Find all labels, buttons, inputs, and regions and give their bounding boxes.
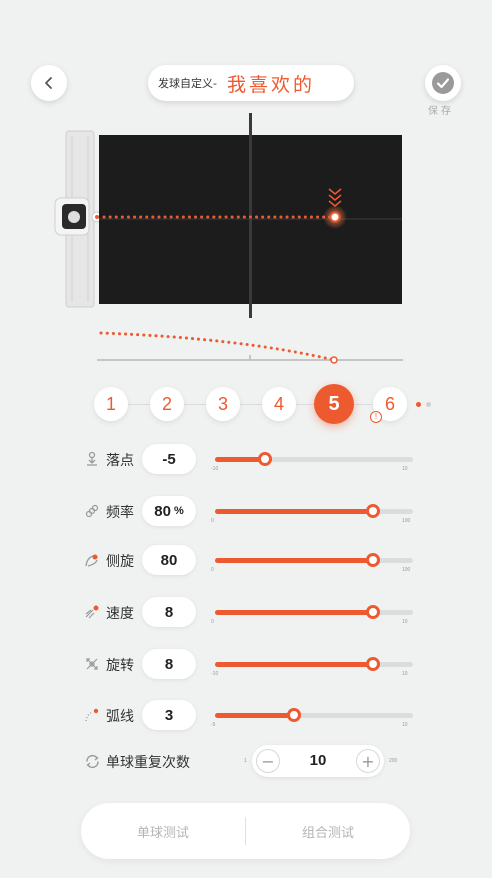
table-view [54, 113, 403, 364]
combo-test-button[interactable]: 组合测试 [246, 803, 410, 859]
minus-icon: − [261, 751, 275, 771]
repeat-stepper[interactable]: − 10 + [252, 745, 384, 777]
slider-handle[interactable] [366, 553, 380, 567]
ball-tab-4[interactable]: 4 [262, 387, 296, 421]
slider-max: 100 [402, 518, 411, 524]
plus-button[interactable]: + [356, 749, 380, 773]
slider-min: -5 [211, 722, 216, 728]
landing-icon [84, 451, 100, 467]
arc-label: 弧线 [106, 709, 134, 725]
robot-head [54, 197, 103, 236]
slider-max: 10 [402, 466, 408, 472]
value-unit: % [173, 505, 184, 517]
landing-label: 落点 [106, 453, 134, 469]
slider-min: 0 [211, 567, 214, 573]
slider-handle[interactable] [258, 452, 272, 466]
save-button[interactable] [425, 65, 461, 101]
side-spin-value[interactable]: 80 [142, 545, 196, 575]
side-spin-label: 侧旋 [106, 554, 134, 570]
chevron-left-icon [45, 77, 52, 89]
back-button[interactable] [31, 65, 67, 101]
slider-fill [215, 610, 373, 615]
speed-value[interactable]: 8 [142, 597, 196, 627]
slider-max: 100 [402, 567, 411, 573]
value-text: 80 [154, 502, 171, 520]
repeat-icon [86, 754, 99, 769]
ball-tab-1[interactable]: 1 [94, 387, 128, 421]
slider-handle[interactable] [366, 605, 380, 619]
arc-trajectory [99, 331, 336, 362]
value-text: 8 [164, 655, 174, 673]
repeat-value: 10 [309, 752, 327, 769]
warning-icon: ! [370, 411, 382, 423]
repeat-max: 200 [389, 758, 398, 764]
slider-min: 0 [211, 518, 214, 524]
slider-handle[interactable] [366, 657, 380, 671]
slider-min: 0 [211, 619, 214, 625]
slider-fill [215, 558, 373, 563]
value-text: 8 [164, 603, 174, 621]
repeat-label: 单球重复次数 [106, 755, 190, 771]
more-indicator [416, 402, 421, 407]
spin-label: 旋转 [106, 658, 134, 674]
frequency-label: 频率 [106, 505, 134, 521]
ball-tab-2[interactable]: 2 [150, 387, 184, 421]
spin-value[interactable]: 8 [142, 649, 196, 679]
checkmark-icon [432, 72, 454, 94]
slider-min: -10 [211, 671, 219, 677]
slider-handle[interactable] [287, 708, 301, 722]
bottom-bar: 单球测试 组合测试 [81, 803, 410, 859]
ball-tab-3[interactable]: 3 [206, 387, 240, 421]
plus-icon: + [361, 751, 375, 771]
arc-icon [84, 707, 100, 723]
speed-icon [84, 604, 100, 620]
slider-max: 10 [402, 619, 408, 625]
frequency-icon [84, 503, 100, 519]
single-test-button[interactable]: 单球测试 [81, 803, 245, 859]
landing-value[interactable]: -5 [142, 444, 196, 474]
page-title: 我喜欢的 [226, 73, 315, 96]
value-text: -5 [162, 450, 176, 468]
side-spin-icon [84, 552, 100, 568]
slider-max: 10 [402, 671, 408, 677]
slider-min: -10 [211, 466, 219, 472]
minus-button[interactable]: − [256, 749, 280, 773]
slider-max: 10 [402, 722, 408, 728]
arc-value[interactable]: 3 [142, 700, 196, 730]
value-text: 80 [160, 551, 178, 569]
slider-fill [215, 713, 294, 718]
repeat-min: 1 [244, 758, 247, 764]
slider-fill [215, 509, 373, 514]
slider-handle[interactable] [366, 504, 380, 518]
value-text: 3 [164, 706, 174, 724]
title-pill[interactable]: 发球自定义- 我喜欢的 [148, 65, 354, 101]
title-prefix: 发球自定义- [158, 77, 217, 90]
frequency-value[interactable]: 80% [142, 496, 196, 526]
speed-label: 速度 [106, 606, 134, 622]
more-indicator [426, 402, 431, 407]
ball-tab-5[interactable]: 5 [314, 384, 354, 424]
spin-icon [84, 656, 100, 672]
landing-point [329, 211, 341, 223]
slider-fill [215, 662, 373, 667]
